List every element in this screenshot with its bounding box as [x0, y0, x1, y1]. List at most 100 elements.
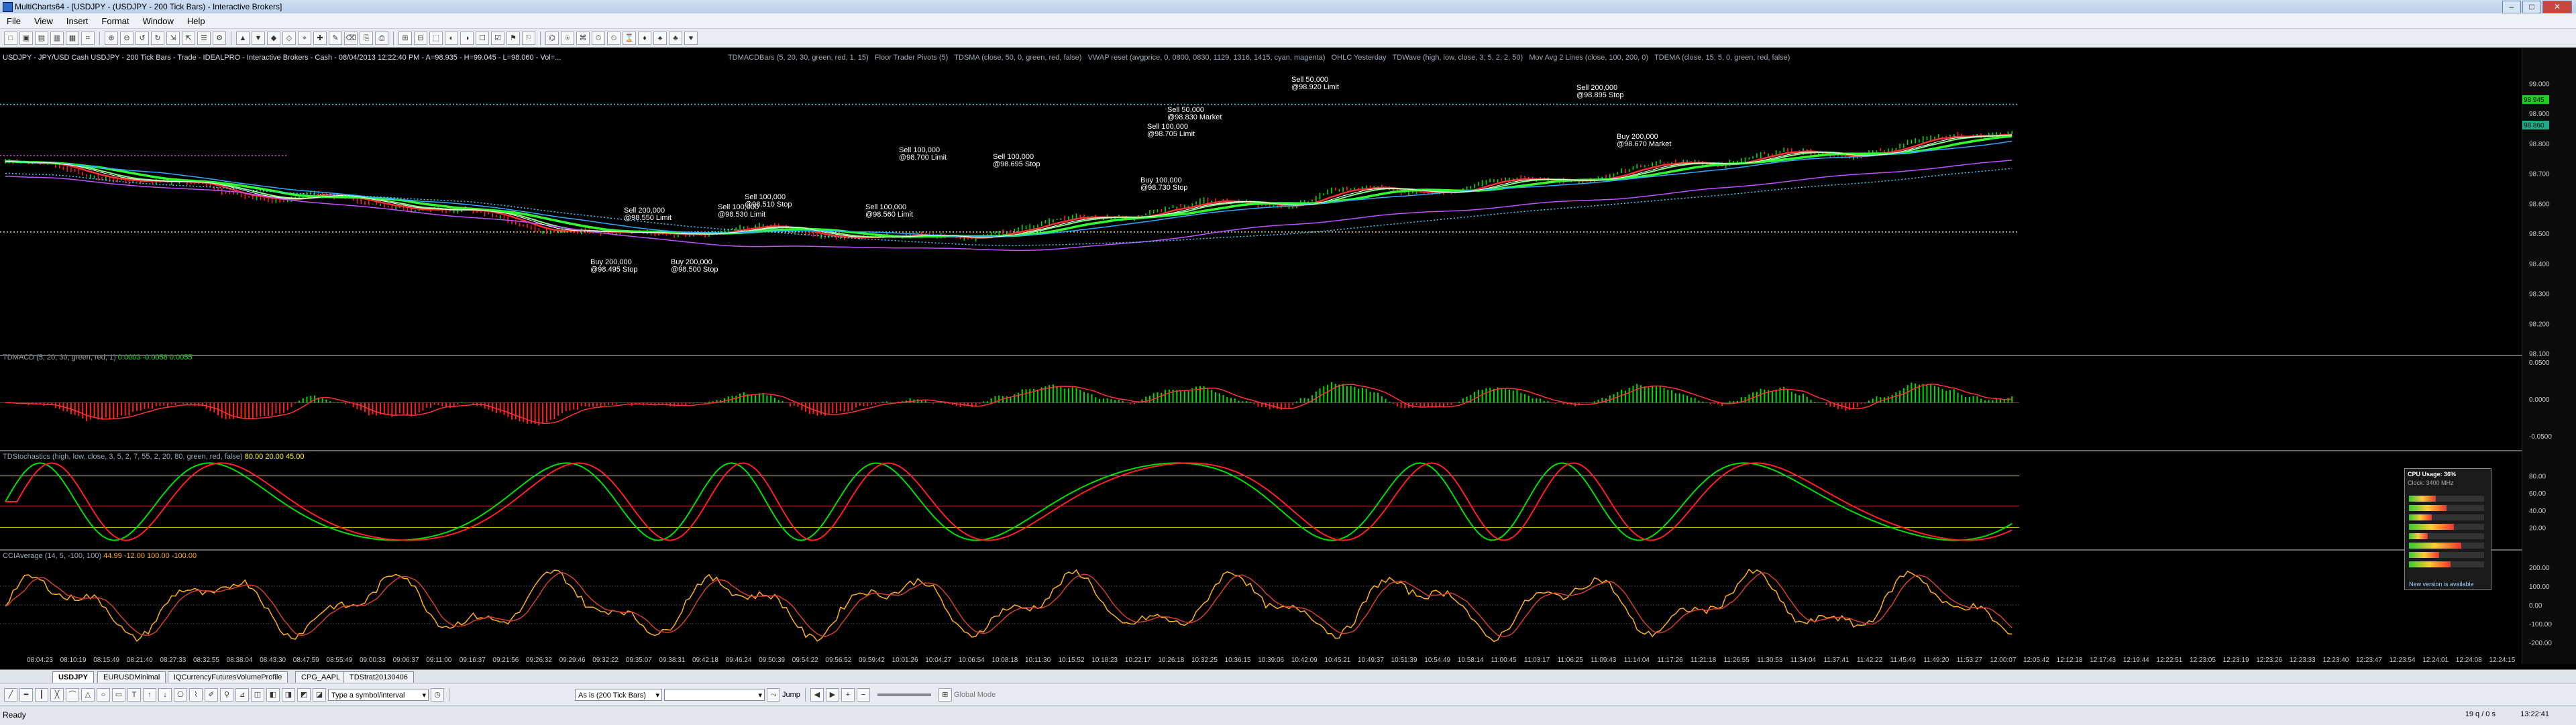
toolbar-icon-39[interactable]: ⌛	[623, 31, 636, 45]
menu-insert[interactable]: Insert	[60, 16, 95, 26]
toolbar-icon-37[interactable]: ⏱	[592, 31, 605, 45]
toolbar-icon-14[interactable]: ⚙	[213, 31, 226, 45]
toolbar-icon-43[interactable]: ♥	[684, 31, 698, 45]
clock-icon[interactable]: ◷	[431, 687, 444, 702]
tab-iqcurrency[interactable]: IQCurrencyFuturesVolumeProfile	[168, 671, 288, 683]
drawing-tool-icon-8[interactable]: ▭	[112, 687, 125, 702]
drawing-tool-icon-5[interactable]: ⌒	[66, 687, 79, 702]
drawing-tool-icon-15[interactable]: ⚲	[220, 687, 233, 702]
menu-view[interactable]: View	[28, 16, 60, 26]
cpu-core-bar	[2409, 524, 2484, 530]
toolbar-icon-31[interactable]: ☑	[491, 31, 504, 45]
toolbar-icon-18[interactable]: ◇	[282, 31, 296, 45]
tab-eurusdminimal[interactable]: EURUSDMinimal	[97, 671, 166, 683]
toolbar-icon-8[interactable]: ⊖	[120, 31, 133, 45]
toolbar-icon-29[interactable]: ◑	[460, 31, 474, 45]
drawing-tool-icon-1[interactable]: ╱	[4, 687, 17, 702]
minimize-button[interactable]: –	[2502, 1, 2521, 13]
drawing-tool-icon-10[interactable]: ↑	[143, 687, 156, 702]
toolbar-icon-21[interactable]: ✎	[329, 31, 342, 45]
zoom-in-icon[interactable]: +	[841, 687, 855, 702]
drawing-tool-icon-18[interactable]: ◧	[266, 687, 280, 702]
toolbar-icon-4[interactable]: ▥	[50, 31, 64, 45]
symbol-input[interactable]: Type a symbol/interval	[328, 688, 429, 702]
jump-icon[interactable]: ⤳	[767, 687, 780, 702]
drawing-tool-icon-4[interactable]: ╳	[50, 687, 64, 702]
macd-axis-label: 0.0000	[2529, 396, 2550, 404]
chart-area[interactable]: USDJPY - JPY/USD Cash USDJPY - 200 Tick …	[0, 48, 2576, 664]
toolbar-icon-10[interactable]: ↻	[151, 31, 164, 45]
toolbar-icon-16[interactable]: ▼	[252, 31, 265, 45]
toolbar-icon-41[interactable]: ♠	[653, 31, 667, 45]
global-mode-icon[interactable]: ⊞	[938, 687, 952, 702]
toolbar-icon-34[interactable]: ⌬	[545, 31, 559, 45]
toolbar-icon-33[interactable]: ⚐	[522, 31, 535, 45]
toolbar-icon-19[interactable]: ⌖	[298, 31, 311, 45]
toolbar-icon-36[interactable]: ⌘	[576, 31, 590, 45]
toolbar-icon-30[interactable]: ☐	[476, 31, 489, 45]
toolbar-icon-23[interactable]: ⎘	[360, 31, 373, 45]
toolbar-icon-11[interactable]: ⇲	[166, 31, 180, 45]
toolbar-icon-32[interactable]: ⚑	[506, 31, 520, 45]
menu-file[interactable]: File	[0, 16, 28, 26]
menu-help[interactable]: Help	[180, 16, 212, 26]
toolbar-icon-20[interactable]: ✚	[313, 31, 327, 45]
toolbar-icon-22[interactable]: ⌫	[344, 31, 358, 45]
toolbar-icon-42[interactable]: ♣	[669, 31, 682, 45]
zoom-slider[interactable]	[877, 693, 931, 696]
toolbar-icon-26[interactable]: ⊟	[414, 31, 427, 45]
maximize-button[interactable]: □	[2522, 1, 2541, 13]
toolbar-icon-6[interactable]: ⌗	[81, 31, 95, 45]
time-axis-label: 10:42:09	[1291, 657, 1318, 664]
drawing-tool-icon-12[interactable]: ⎔	[174, 687, 187, 702]
drawing-tool-icon-9[interactable]: T	[127, 687, 141, 702]
drawing-tool-icon-16[interactable]: ⊿	[235, 687, 249, 702]
drawing-tool-icon-6[interactable]: △	[81, 687, 95, 702]
toolbar-icon-12[interactable]: ⇱	[182, 31, 195, 45]
tab-tdstrat[interactable]: TDStrat20130406	[343, 671, 414, 683]
toolbar-icon-28[interactable]: ◐	[445, 31, 458, 45]
toolbar-icon-40[interactable]: ♦	[638, 31, 651, 45]
toolbar-icon-3[interactable]: ▤	[35, 31, 48, 45]
toolbar-icon-25[interactable]: ⊞	[398, 31, 412, 45]
drawing-toolbar: ╱ ━ ┃ ╳ ⌒ △ ○ ▭ T ↑ ↓ ⎔ ⌇ ✐ ⚲ ⊿ ◫ ◧ ◨ ◩ ◪ Type a symbol/inte…	[0, 683, 2576, 706]
time-axis-label: 08:32:55	[193, 657, 219, 664]
trade-annotation-detail: @98.895 Stop	[1576, 91, 1624, 99]
jump-button[interactable]: Jump	[782, 691, 800, 699]
toolbar-icon-27[interactable]: ⬚	[429, 31, 443, 45]
menu-window[interactable]: Window	[136, 16, 180, 26]
drawing-tool-icon-20[interactable]: ◩	[297, 687, 311, 702]
tab-cpg-aapl[interactable]: CPG_AAPL	[295, 671, 347, 683]
toolbar-icon-13[interactable]: ☰	[197, 31, 211, 45]
toolbar-icon-35[interactable]: ⍟	[561, 31, 574, 45]
toolbar-icon-1[interactable]: □	[4, 31, 17, 45]
toolbar-icon-15[interactable]: ▲	[236, 31, 250, 45]
menu-format[interactable]: Format	[95, 16, 136, 26]
zoom-out-icon[interactable]: −	[856, 687, 870, 702]
scroll-left-icon[interactable]: ◀	[810, 687, 824, 702]
drawing-tool-icon-17[interactable]: ◫	[251, 687, 264, 702]
close-button[interactable]: ✕	[2542, 1, 2572, 13]
toolbar-icon-24[interactable]: ⎙	[375, 31, 388, 45]
drawing-tool-icon-19[interactable]: ◨	[282, 687, 295, 702]
toolbar-icon-5[interactable]: ▦	[66, 31, 79, 45]
toolbar-icon-9[interactable]: ↺	[136, 31, 149, 45]
toolbar-icon-38[interactable]: ⏲	[607, 31, 621, 45]
scroll-right-icon[interactable]: ▶	[825, 687, 839, 702]
toolbar-icon-2[interactable]: ▣	[19, 31, 33, 45]
tab-usdjpy[interactable]: USDJPY	[52, 671, 95, 683]
drawing-tool-icon-2[interactable]: ━	[19, 687, 33, 702]
resolution-select[interactable]: As is (200 Tick Bars)	[575, 688, 662, 702]
drawing-tool-icon-21[interactable]: ◪	[313, 687, 326, 702]
time-axis-label: 09:00:33	[360, 657, 386, 664]
drawing-tool-icon-11[interactable]: ↓	[158, 687, 172, 702]
cpu-usage-widget[interactable]: CPU Usage: 36% Clock: 3400 MHz New versi…	[2404, 468, 2491, 590]
drawing-tool-icon-13[interactable]: ⌇	[189, 687, 203, 702]
toolbar-icon-7[interactable]: ⊕	[105, 31, 118, 45]
date-field[interactable]	[664, 688, 765, 702]
toolbar-icon-17[interactable]: ◆	[267, 31, 280, 45]
drawing-tool-icon-14[interactable]: ✐	[205, 687, 218, 702]
drawing-tool-icon-7[interactable]: ○	[97, 687, 110, 702]
drawing-tool-icon-3[interactable]: ┃	[35, 687, 48, 702]
cpu-footer[interactable]: New version is available	[2409, 581, 2474, 588]
